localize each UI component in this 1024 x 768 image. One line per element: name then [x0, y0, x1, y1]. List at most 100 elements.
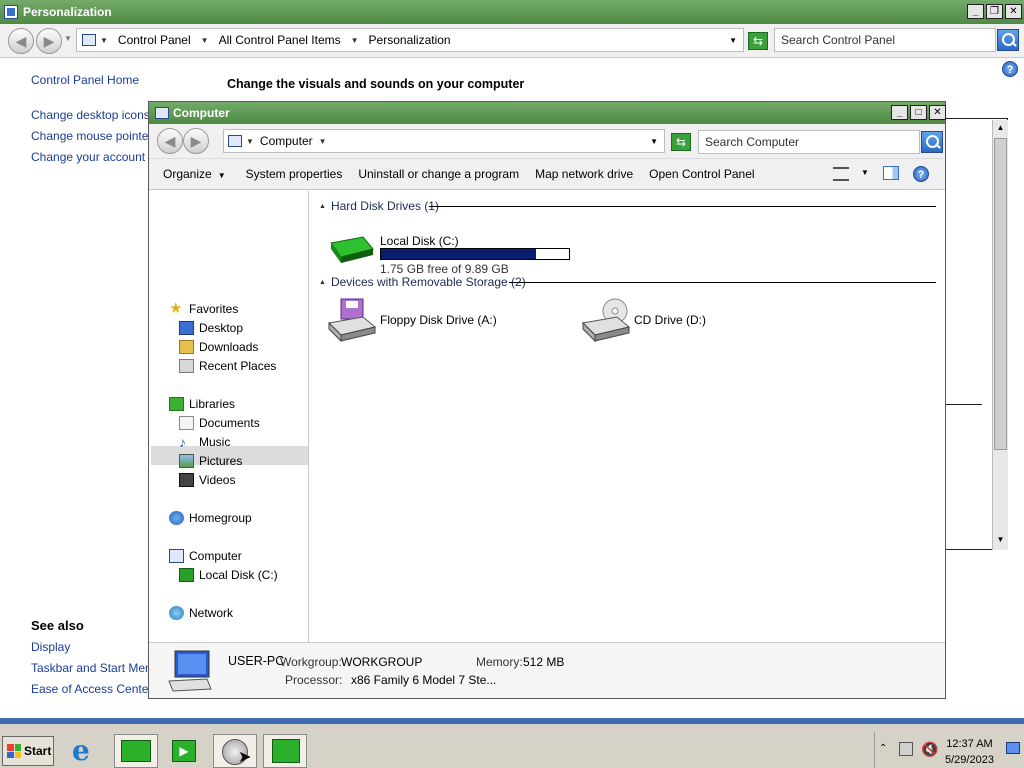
nav-local-disk[interactable]: Local Disk (C:)	[179, 566, 278, 584]
system-clock[interactable]: 12:37 AM 5/29/2023	[945, 736, 994, 768]
outer-restore-button[interactable]: ❐	[986, 4, 1003, 19]
ease-of-access-link[interactable]: Ease of Access Center	[31, 682, 152, 696]
view-options-icon[interactable]	[833, 167, 849, 181]
computer-maximize-button[interactable]: □	[910, 105, 927, 120]
nav-documents[interactable]: Documents	[179, 414, 260, 432]
uninstall-program-button[interactable]: Uninstall or change a program	[350, 167, 527, 181]
address-dropdown-icon[interactable]: ▼	[729, 36, 737, 45]
computer-search-icon[interactable]	[921, 131, 943, 153]
taskbar-explorer[interactable]	[114, 734, 158, 768]
local-disk-icon[interactable]	[327, 229, 377, 265]
libraries-icon	[169, 397, 184, 411]
open-control-panel-button[interactable]: Open Control Panel	[641, 167, 762, 181]
computer-titlebar[interactable]: Computer _ □ ✕	[149, 102, 946, 124]
change-mouse-pointers-link[interactable]: Change mouse pointers	[31, 129, 158, 143]
local-disk-free-space: 1.75 GB free of 9.89 GB	[380, 262, 509, 276]
computer-refresh-icon[interactable]: ⇆	[671, 133, 691, 151]
nav-libraries[interactable]: Libraries	[169, 395, 235, 413]
outer-refresh-icon[interactable]: ⇆	[748, 32, 768, 50]
computer-close-button[interactable]: ✕	[929, 105, 946, 120]
cd-drive-name[interactable]: CD Drive (D:)	[634, 313, 706, 327]
nav-music[interactable]: ♪ Music	[179, 433, 230, 451]
system-properties-button[interactable]: System properties	[238, 167, 351, 181]
outer-search-placeholder: Search Control Panel	[781, 33, 896, 47]
taskbar-start-menu-link[interactable]: Taskbar and Start Menu	[31, 661, 158, 675]
scroll-thumb[interactable]	[994, 138, 1007, 450]
scroll-up-icon[interactable]: ▲	[993, 120, 1008, 136]
taskbar-internet-explorer[interactable]: e	[66, 734, 110, 768]
breadcrumb-personalization[interactable]: Personalization	[363, 29, 457, 51]
chevron-right-icon[interactable]: ▼	[315, 137, 331, 146]
taskbar: Start e ▶ ➤ ⌃ 🔇 12:37 AM 5/29/2023	[0, 718, 1024, 768]
hard-disks-group-label: Hard Disk Drives (1)	[330, 199, 439, 213]
outer-close-button[interactable]: ✕	[1005, 4, 1022, 19]
nav-desktop[interactable]: Desktop	[179, 319, 243, 337]
chevron-right-icon[interactable]: ▼	[197, 36, 213, 45]
windows-logo-icon	[7, 744, 21, 758]
nav-videos[interactable]: Videos	[179, 471, 235, 489]
outer-left-pane: Control Panel Home Change desktop icons …	[0, 59, 158, 719]
help-icon[interactable]: ?	[1002, 61, 1018, 77]
taskbar-computer[interactable]	[263, 734, 307, 768]
scroll-down-icon[interactable]: ▼	[993, 532, 1008, 548]
computer-help-icon[interactable]: ?	[913, 166, 929, 182]
chevron-right-icon[interactable]: ▼	[96, 36, 112, 45]
nav-favorites[interactable]: ★ Favorites	[169, 300, 238, 318]
nav-network[interactable]: Network	[169, 604, 233, 622]
outer-forward-button[interactable]: ▶	[36, 28, 62, 54]
view-dropdown-icon[interactable]: ▼	[861, 168, 869, 177]
taskbar-control-panel[interactable]: ➤	[213, 734, 257, 768]
breadcrumb-computer[interactable]: Computer	[258, 130, 315, 152]
nav-pictures[interactable]: Pictures	[179, 452, 242, 470]
hard-disk-icon	[179, 568, 194, 582]
nav-recent-places[interactable]: Recent Places	[179, 357, 276, 375]
nav-downloads-label: Downloads	[199, 340, 259, 354]
computer-address-box[interactable]: ▼ Computer ▼ ▼	[223, 129, 665, 153]
local-disk-name[interactable]: Local Disk (C:)	[380, 234, 459, 248]
outer-search-input[interactable]: Search Control Panel	[774, 28, 996, 52]
chevron-right-icon[interactable]: ▼	[242, 137, 258, 146]
nav-downloads[interactable]: Downloads	[179, 338, 258, 356]
show-desktop-icon[interactable]	[1006, 742, 1020, 754]
chevron-right-icon[interactable]: ▼	[347, 36, 363, 45]
show-hidden-icons-chevron-icon[interactable]: ⌃	[879, 743, 887, 754]
control-panel-home-link[interactable]: Control Panel Home	[31, 73, 139, 87]
display-link[interactable]: Display	[31, 640, 70, 654]
nav-computer[interactable]: Computer	[169, 547, 242, 565]
chevron-down-icon: ▼	[217, 171, 226, 180]
outer-address-box[interactable]: ▼ Control Panel ▼ All Control Panel Item…	[76, 28, 744, 52]
floppy-drive-name[interactable]: Floppy Disk Drive (A:)	[380, 313, 497, 327]
nav-recent-places-label: Recent Places	[199, 359, 277, 373]
group-header-hard-disks[interactable]: ▲ Hard Disk Drives (1)	[319, 199, 439, 213]
outer-search-icon[interactable]	[997, 29, 1019, 51]
recent-places-icon	[179, 359, 194, 373]
volume-muted-icon[interactable]: 🔇	[921, 741, 938, 758]
theme-list-scrollbar[interactable]: ▲ ▼	[992, 120, 1008, 550]
change-account-picture-link[interactable]: Change your account pi	[31, 150, 158, 164]
floppy-drive-icon[interactable]	[327, 297, 377, 343]
taskbar-media-player[interactable]: ▶	[162, 734, 206, 768]
group-header-removable[interactable]: ▲ Devices with Removable Storage (2)	[319, 275, 526, 289]
network-tray-icon[interactable]	[899, 742, 913, 756]
outer-back-button[interactable]: ◀	[8, 28, 34, 54]
nav-homegroup[interactable]: Homegroup	[169, 509, 252, 527]
cd-drive-icon[interactable]	[581, 297, 633, 343]
breadcrumb-control-panel[interactable]: Control Panel	[112, 29, 197, 51]
computer-window: Computer _ □ ✕ ◀ ▶ ▼ Computer ▼ ▼ ⇆ Sear…	[148, 101, 946, 699]
organize-button[interactable]: Organize ▼	[149, 167, 234, 181]
breadcrumb-all-items[interactable]: All Control Panel Items	[213, 29, 347, 51]
nav-computer-label: Computer	[189, 549, 242, 563]
homegroup-icon	[169, 511, 184, 525]
preview-pane-icon[interactable]	[883, 166, 899, 180]
computer-forward-button[interactable]: ▶	[183, 128, 209, 154]
computer-minimize-button[interactable]: _	[891, 105, 908, 120]
address-dropdown-icon[interactable]: ▼	[650, 137, 658, 146]
computer-back-button[interactable]: ◀	[157, 128, 183, 154]
outer-recent-pages-icon[interactable]: ▼	[64, 34, 72, 43]
change-desktop-icons-link[interactable]: Change desktop icons	[31, 108, 150, 122]
outer-minimize-button[interactable]: _	[967, 4, 984, 19]
computer-search-input[interactable]: Search Computer	[698, 130, 920, 154]
personalization-titlebar[interactable]: Personalization _ ❐ ✕	[0, 0, 1024, 24]
map-network-drive-button[interactable]: Map network drive	[527, 167, 641, 181]
start-button[interactable]: Start	[2, 736, 54, 766]
